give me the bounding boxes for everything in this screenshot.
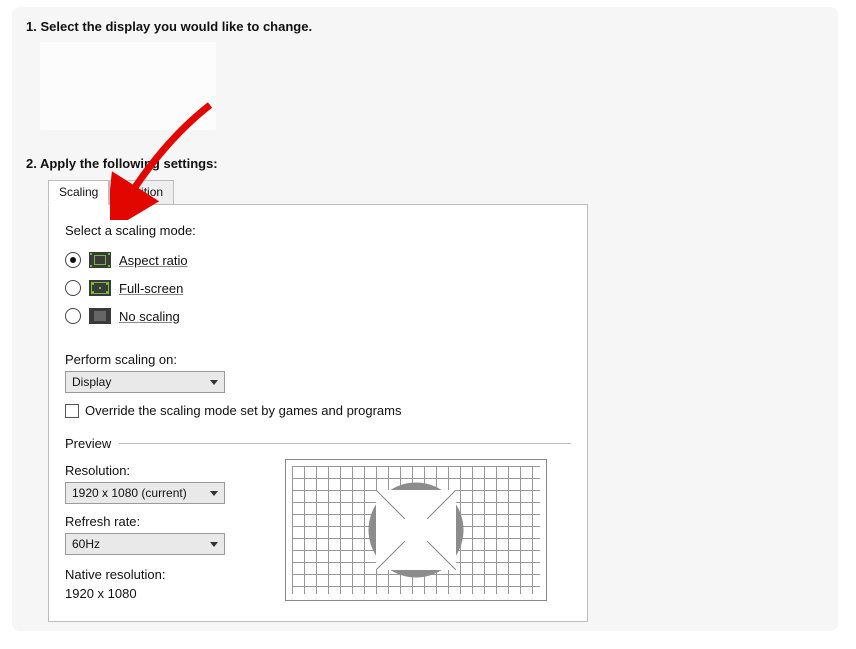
preview-monitor [285, 459, 547, 601]
scaling-mode-label: Select a scaling mode: [65, 223, 571, 238]
full-screen-icon [89, 280, 111, 296]
tab-position[interactable]: Position [109, 180, 174, 205]
chevron-down-icon [210, 380, 218, 385]
resolution-select[interactable]: 1920 x 1080 (current) [65, 482, 225, 504]
perform-scaling-label: Perform scaling on: [65, 352, 571, 367]
preview-heading: Preview [65, 436, 111, 451]
chevron-down-icon [210, 491, 218, 496]
perform-scaling-select[interactable]: Display [65, 371, 225, 393]
scaling-panel: Select a scaling mode: Aspect ratio Full… [48, 204, 588, 622]
divider [119, 443, 571, 444]
refresh-rate-value: 60Hz [72, 537, 100, 551]
refresh-rate-label: Refresh rate: [65, 514, 275, 529]
perform-scaling-value: Display [72, 375, 111, 389]
radio-no-scaling-label: No scaling [119, 309, 180, 324]
aspect-ratio-icon [89, 252, 111, 268]
radio-full-screen[interactable]: Full-screen [65, 276, 571, 300]
native-resolution-value: 1920 x 1080 [65, 586, 275, 601]
no-scaling-icon [89, 308, 111, 324]
step2-heading: 2. Apply the following settings: [26, 156, 824, 171]
chevron-down-icon [210, 542, 218, 547]
radio-full-screen-label: Full-screen [119, 281, 183, 296]
tab-scaling[interactable]: Scaling [48, 180, 109, 205]
override-label: Override the scaling mode set by games a… [85, 403, 402, 418]
radio-aspect-ratio-label: Aspect ratio [119, 253, 188, 268]
override-checkbox-row[interactable]: Override the scaling mode set by games a… [65, 403, 571, 418]
resolution-value: 1920 x 1080 (current) [72, 486, 187, 500]
radio-dot-icon [65, 252, 81, 268]
radio-aspect-ratio[interactable]: Aspect ratio [65, 248, 571, 272]
checkbox-icon [65, 404, 79, 418]
radio-no-scaling[interactable]: No scaling [65, 304, 571, 328]
display-thumbnail[interactable] [40, 42, 216, 130]
radio-dot-icon [65, 308, 81, 324]
resolution-label: Resolution: [65, 463, 275, 478]
radio-dot-icon [65, 280, 81, 296]
step1-heading: 1. Select the display you would like to … [26, 19, 824, 34]
scaling-tabs: Scaling Position [48, 179, 824, 204]
refresh-rate-select[interactable]: 60Hz [65, 533, 225, 555]
native-resolution-label: Native resolution: [65, 567, 275, 582]
